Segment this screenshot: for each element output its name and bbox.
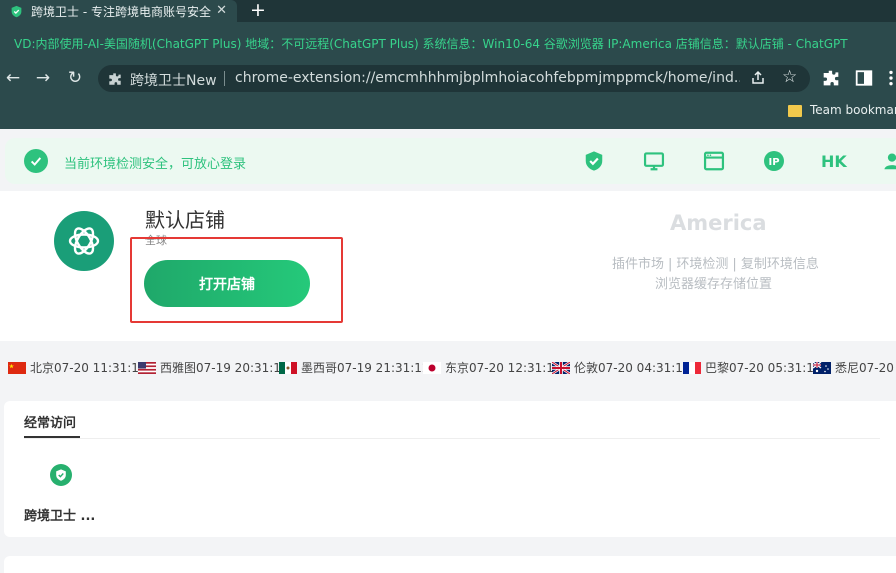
environment-info-text: VD:内部使用-AI-美国随机(ChatGPT Plus) 地域：不可远程(Ch… bbox=[14, 37, 848, 51]
clock-text: 西雅图07-19 20:31:12 bbox=[160, 361, 289, 375]
china-flag-icon bbox=[8, 361, 26, 374]
side-panel-icon[interactable] bbox=[855, 69, 873, 87]
bookmark-item[interactable]: Team bookmar bbox=[810, 103, 896, 117]
tab-divider bbox=[24, 438, 880, 439]
uk-flag-icon bbox=[552, 361, 570, 374]
back-button[interactable]: ← bbox=[2, 66, 24, 90]
highlight-annotation bbox=[130, 237, 343, 323]
bottom-card bbox=[4, 556, 896, 573]
clock-mexico: 墨西哥07-19 21:31:12 bbox=[279, 359, 430, 376]
forward-button[interactable]: → bbox=[32, 66, 54, 90]
world-clock-strip: 北京07-20 11:31:12 西雅图07-19 20:31:12 墨西哥07… bbox=[0, 353, 896, 377]
new-tab-icon[interactable]: + bbox=[250, 0, 266, 21]
url-text[interactable]: chrome-extension://emcmhhhmjbplmhoiacohf… bbox=[235, 70, 740, 86]
clock-text: 墨西哥07-19 21:31:12 bbox=[301, 361, 430, 375]
clock-beijing: 北京07-20 11:31:12 bbox=[8, 359, 147, 376]
browser-toolbar: ← → ↻ 跨境卫士New chrome-extension://emcmhhh… bbox=[0, 62, 896, 94]
hk-region-label[interactable]: HK bbox=[821, 152, 847, 171]
active-tab-underline bbox=[24, 436, 80, 438]
country-label: America bbox=[670, 211, 767, 235]
reload-button[interactable]: ↻ bbox=[64, 66, 86, 90]
clock-text: 北京07-20 11:31:12 bbox=[30, 361, 147, 375]
folder-icon bbox=[788, 105, 802, 117]
chatgpt-logo-icon bbox=[54, 211, 114, 271]
check-icon bbox=[24, 149, 48, 173]
australia-flag-icon bbox=[813, 361, 831, 374]
menu-icon[interactable] bbox=[882, 69, 896, 87]
ip-icon[interactable]: IP bbox=[763, 150, 785, 172]
safety-message: 当前环境检测安全，可放心登录 bbox=[64, 157, 247, 172]
tab-title: 跨境卫士 - 专注跨境电商账号安全 bbox=[31, 4, 211, 19]
clock-tokyo: 东京07-20 12:31:12 bbox=[423, 359, 562, 376]
clock-paris: 巴黎07-20 05:31:12 bbox=[683, 359, 822, 376]
address-bar[interactable]: 跨境卫士New chrome-extension://emcmhhhmjbplm… bbox=[98, 65, 810, 92]
clock-london: 伦敦07-20 04:31:12 bbox=[552, 359, 691, 376]
active-tab[interactable]: 跨境卫士 - 专注跨境电商账号安全 ✕ bbox=[0, 0, 237, 22]
extensions-icon[interactable] bbox=[822, 69, 840, 87]
store-name: 默认店铺 bbox=[145, 208, 225, 232]
tab-frequent-visits[interactable]: 经常访问 bbox=[24, 412, 76, 431]
link-separator: | bbox=[668, 257, 673, 272]
copy-environment-link[interactable]: 复制环境信息 bbox=[741, 257, 819, 272]
link-separator: | bbox=[732, 257, 737, 272]
browser-window-icon[interactable] bbox=[703, 150, 725, 172]
environment-check-link[interactable]: 环境检测 bbox=[676, 257, 728, 272]
monitor-icon[interactable] bbox=[643, 150, 665, 172]
bookmark-star-icon[interactable]: ☆ bbox=[782, 67, 797, 87]
france-flag-icon bbox=[683, 361, 701, 374]
usa-flag-icon bbox=[138, 361, 156, 374]
bookmark-bar: Team bookmar bbox=[0, 94, 896, 129]
clock-text: 巴黎07-20 05:31:12 bbox=[705, 361, 822, 375]
plugin-market-link[interactable]: 插件市场 bbox=[612, 257, 664, 272]
frequent-item-label[interactable]: 跨境卫士 ... bbox=[24, 505, 95, 524]
store-card: 默认店铺 全球 打开店铺 America 插件市场 | 环境检测 | 复制环境信息 浏览… bbox=[0, 191, 896, 341]
close-tab-icon[interactable]: ✕ bbox=[216, 3, 227, 19]
shield-icon[interactable] bbox=[50, 464, 72, 486]
clock-text: 伦敦07-20 04:31:12 bbox=[574, 361, 691, 375]
tab-bar: 跨境卫士 - 专注跨境电商账号安全 ✕ + bbox=[0, 0, 896, 22]
cache-location-link[interactable]: 浏览器缓存存储位置 bbox=[655, 273, 772, 292]
address-divider bbox=[224, 71, 225, 86]
environment-info-bar: VD:内部使用-AI-美国随机(ChatGPT Plus) 地域：不可远程(Ch… bbox=[0, 22, 896, 62]
svg-text:IP: IP bbox=[768, 157, 779, 168]
japan-flag-icon bbox=[423, 361, 441, 374]
extension-name: 跨境卫士New bbox=[130, 73, 217, 89]
share-icon[interactable] bbox=[750, 70, 766, 86]
mexico-flag-icon bbox=[279, 361, 297, 374]
shield-check-icon[interactable] bbox=[583, 150, 605, 172]
clock-text: 悉尼07-20 13:31:12 bbox=[835, 361, 896, 375]
shield-icon bbox=[10, 5, 23, 18]
user-location-icon[interactable] bbox=[881, 150, 896, 172]
puzzle-icon bbox=[108, 71, 122, 85]
safety-status-bar: 当前环境检测安全，可放心登录 IP HK bbox=[5, 138, 896, 184]
clock-sydney: 悉尼07-20 13:31:12 bbox=[813, 359, 896, 376]
page-content: 当前环境检测安全，可放心登录 IP HK 默认店铺 全球 打开店铺 Americ… bbox=[0, 129, 896, 573]
clock-text: 东京07-20 12:31:12 bbox=[445, 361, 562, 375]
frequent-visits-card: 经常访问 跨境卫士 ... bbox=[4, 401, 896, 537]
clock-seattle: 西雅图07-19 20:31:12 bbox=[138, 359, 289, 376]
store-links: 插件市场 | 环境检测 | 复制环境信息 bbox=[612, 253, 819, 272]
